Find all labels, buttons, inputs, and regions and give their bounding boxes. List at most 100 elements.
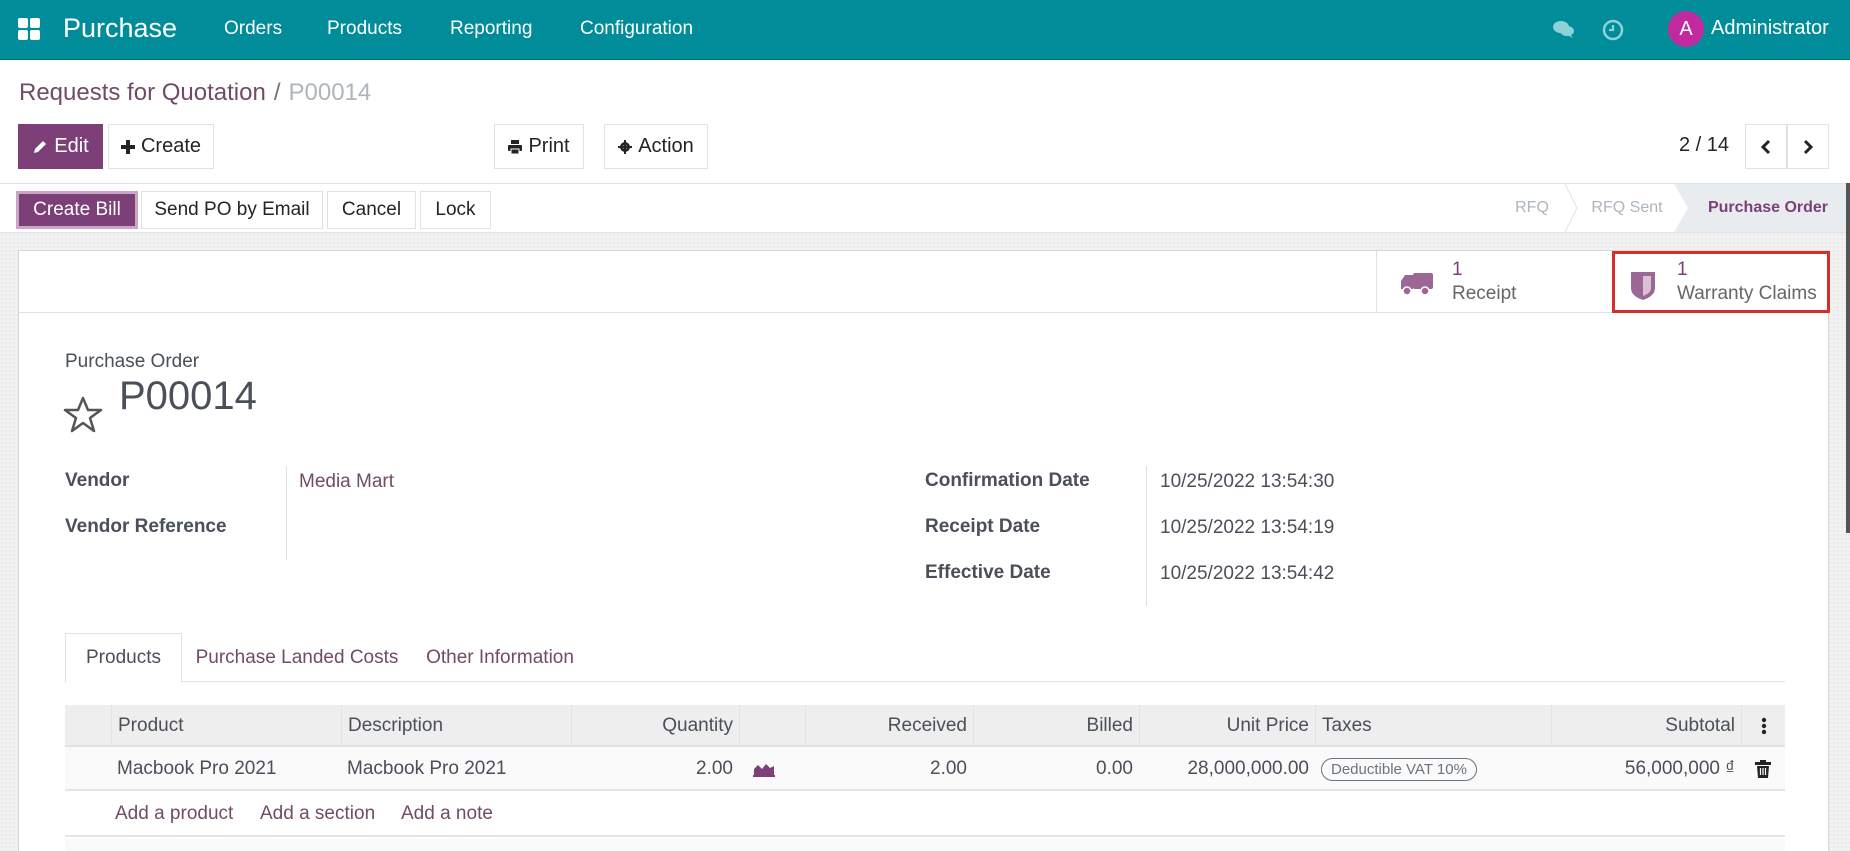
star-icon[interactable] bbox=[63, 396, 103, 434]
tab-purchase-landed-costs[interactable]: Purchase Landed Costs bbox=[186, 633, 408, 682]
print-label: Print bbox=[528, 135, 570, 157]
print-icon bbox=[508, 139, 523, 154]
tab-products[interactable]: Products bbox=[65, 633, 182, 683]
pager-next-button[interactable] bbox=[1787, 124, 1829, 169]
field-divider bbox=[1146, 466, 1147, 606]
add-note-link[interactable]: Add a note bbox=[401, 803, 493, 825]
print-button[interactable]: Print bbox=[494, 124, 584, 169]
breadcrumb: Requests for Quotation / P00014 bbox=[19, 79, 371, 107]
stage-separator bbox=[1564, 184, 1578, 232]
table-row[interactable]: Macbook Pro 2021 Macbook Pro 2021 2.00 2… bbox=[65, 747, 1785, 791]
stage-rfq-sent[interactable]: RFQ Sent bbox=[1580, 184, 1674, 232]
column-taxes[interactable]: Taxes bbox=[1315, 705, 1551, 747]
pager-previous-button[interactable] bbox=[1745, 124, 1787, 169]
action-button[interactable]: Action bbox=[604, 124, 708, 169]
kebab-menu-icon bbox=[1761, 717, 1766, 735]
form-title: P00014 bbox=[119, 374, 257, 418]
vendor-label: Vendor bbox=[65, 470, 130, 491]
plus-icon bbox=[120, 139, 135, 154]
app-name[interactable]: Purchase bbox=[63, 13, 177, 44]
warranty-claims-smart-button[interactable]: 1 Warranty Claims bbox=[1612, 251, 1830, 313]
form-sheet: 1 Receipt 1 Warranty Claims Purchase Ord… bbox=[18, 250, 1830, 851]
cell-quantity[interactable]: 2.00 bbox=[571, 747, 739, 791]
receipt-count: 1 bbox=[1452, 259, 1463, 280]
gear-icon bbox=[618, 139, 633, 154]
shield-icon bbox=[1631, 272, 1655, 300]
create-button[interactable]: Create bbox=[108, 124, 214, 169]
smart-button-box: 1 Receipt 1 Warranty Claims bbox=[19, 251, 1830, 313]
trash-icon bbox=[1755, 760, 1771, 778]
cancel-button[interactable]: Cancel bbox=[327, 191, 416, 229]
add-product-link[interactable]: Add a product bbox=[115, 803, 233, 825]
breadcrumb-parent[interactable]: Requests for Quotation bbox=[19, 79, 266, 106]
pager-value[interactable]: 2 / 14 bbox=[1679, 134, 1729, 157]
create-label: Create bbox=[140, 135, 202, 157]
warranty-claims-count: 1 bbox=[1677, 259, 1688, 280]
user-name[interactable]: Administrator bbox=[1711, 17, 1829, 40]
chat-icon[interactable] bbox=[1552, 18, 1576, 42]
cell-unit-price[interactable]: 28,000,000.00 bbox=[1139, 747, 1315, 791]
column-subtotal[interactable]: Subtotal bbox=[1551, 705, 1741, 747]
tax-badge: Deductible VAT 10% bbox=[1321, 757, 1477, 781]
chevron-right-icon bbox=[1803, 139, 1814, 154]
notebook-tabs: Products Purchase Landed Costs Other Inf… bbox=[65, 633, 1785, 683]
warranty-claims-label: Warranty Claims bbox=[1677, 283, 1817, 304]
field-divider bbox=[286, 466, 287, 560]
handle-column-header bbox=[65, 705, 111, 747]
cell-billed: 0.00 bbox=[1096, 758, 1133, 779]
column-product[interactable]: Product bbox=[111, 705, 341, 747]
column-quantity[interactable]: Quantity bbox=[571, 705, 739, 747]
forecast-button[interactable] bbox=[747, 747, 787, 791]
clock-icon[interactable] bbox=[1601, 18, 1625, 42]
column-description[interactable]: Description bbox=[341, 705, 571, 747]
edit-button[interactable]: Edit bbox=[18, 124, 103, 169]
vendor-field[interactable]: Media Mart bbox=[299, 471, 394, 493]
menu-reporting[interactable]: Reporting bbox=[450, 18, 532, 40]
receipt-smart-button[interactable]: 1 Receipt bbox=[1376, 251, 1610, 312]
apps-menu-icon[interactable] bbox=[18, 18, 40, 40]
stage-purchase-order[interactable]: Purchase Order bbox=[1690, 184, 1846, 232]
effective-date-field[interactable]: 10/25/2022 13:54:42 bbox=[1160, 563, 1334, 585]
receipt-date-field[interactable]: 10/25/2022 13:54:19 bbox=[1160, 517, 1334, 539]
vendor-reference-label: Vendor Reference bbox=[65, 516, 227, 537]
page-scrollbar[interactable] bbox=[1846, 183, 1850, 533]
delete-line-button[interactable] bbox=[1741, 747, 1785, 791]
action-label: Action bbox=[638, 135, 694, 157]
cell-taxes[interactable]: Deductible VAT 10% bbox=[1315, 747, 1551, 791]
table-header: Product Description Quantity Received Bi… bbox=[65, 705, 1785, 747]
effective-date-label: Effective Date bbox=[925, 562, 1051, 583]
menu-configuration[interactable]: Configuration bbox=[580, 18, 693, 40]
area-chart-icon bbox=[753, 764, 775, 777]
truck-icon bbox=[1401, 273, 1433, 296]
menu-orders[interactable]: Orders bbox=[224, 18, 282, 40]
column-billed[interactable]: Billed bbox=[973, 705, 1139, 747]
add-section-link[interactable]: Add a section bbox=[260, 803, 375, 825]
column-received[interactable]: Received bbox=[805, 705, 973, 747]
column-unit-price[interactable]: Unit Price bbox=[1139, 705, 1315, 747]
lock-button[interactable]: Lock bbox=[420, 191, 491, 229]
optional-columns-toggle[interactable] bbox=[1741, 705, 1785, 747]
confirmation-date-field[interactable]: 10/25/2022 13:54:30 bbox=[1160, 471, 1334, 493]
chevron-left-icon bbox=[1760, 139, 1771, 154]
top-navbar: Purchase Orders Products Reporting Confi… bbox=[0, 0, 1850, 60]
cell-description[interactable]: Macbook Pro 2021 bbox=[341, 747, 571, 791]
cell-subtotal: 56,000,000 ₫ bbox=[1624, 758, 1735, 779]
cell-product[interactable]: Macbook Pro 2021 bbox=[111, 747, 341, 791]
vendor-reference-field[interactable] bbox=[299, 516, 599, 540]
pencil-icon bbox=[34, 140, 47, 153]
receipt-date-label: Receipt Date bbox=[925, 516, 1041, 537]
tab-other-information[interactable]: Other Information bbox=[413, 633, 587, 682]
send-po-email-button[interactable]: Send PO by Email bbox=[141, 191, 323, 229]
cell-received[interactable]: 2.00 bbox=[805, 747, 973, 791]
form-statusbar: Create Bill Send PO by Email Cancel Lock… bbox=[0, 183, 1850, 233]
stage-rfq[interactable]: RFQ bbox=[1500, 184, 1564, 232]
menu-products[interactable]: Products bbox=[327, 18, 402, 40]
create-bill-button[interactable]: Create Bill bbox=[16, 191, 138, 229]
edit-label: Edit bbox=[54, 135, 89, 157]
stage-active-arrow bbox=[1674, 184, 1690, 232]
confirmation-date-label: Confirmation Date bbox=[925, 470, 1090, 491]
user-avatar[interactable]: A bbox=[1668, 11, 1704, 47]
column-forecast bbox=[739, 705, 805, 747]
breadcrumb-current: P00014 bbox=[288, 79, 372, 106]
form-title-label: Purchase Order bbox=[65, 351, 200, 372]
